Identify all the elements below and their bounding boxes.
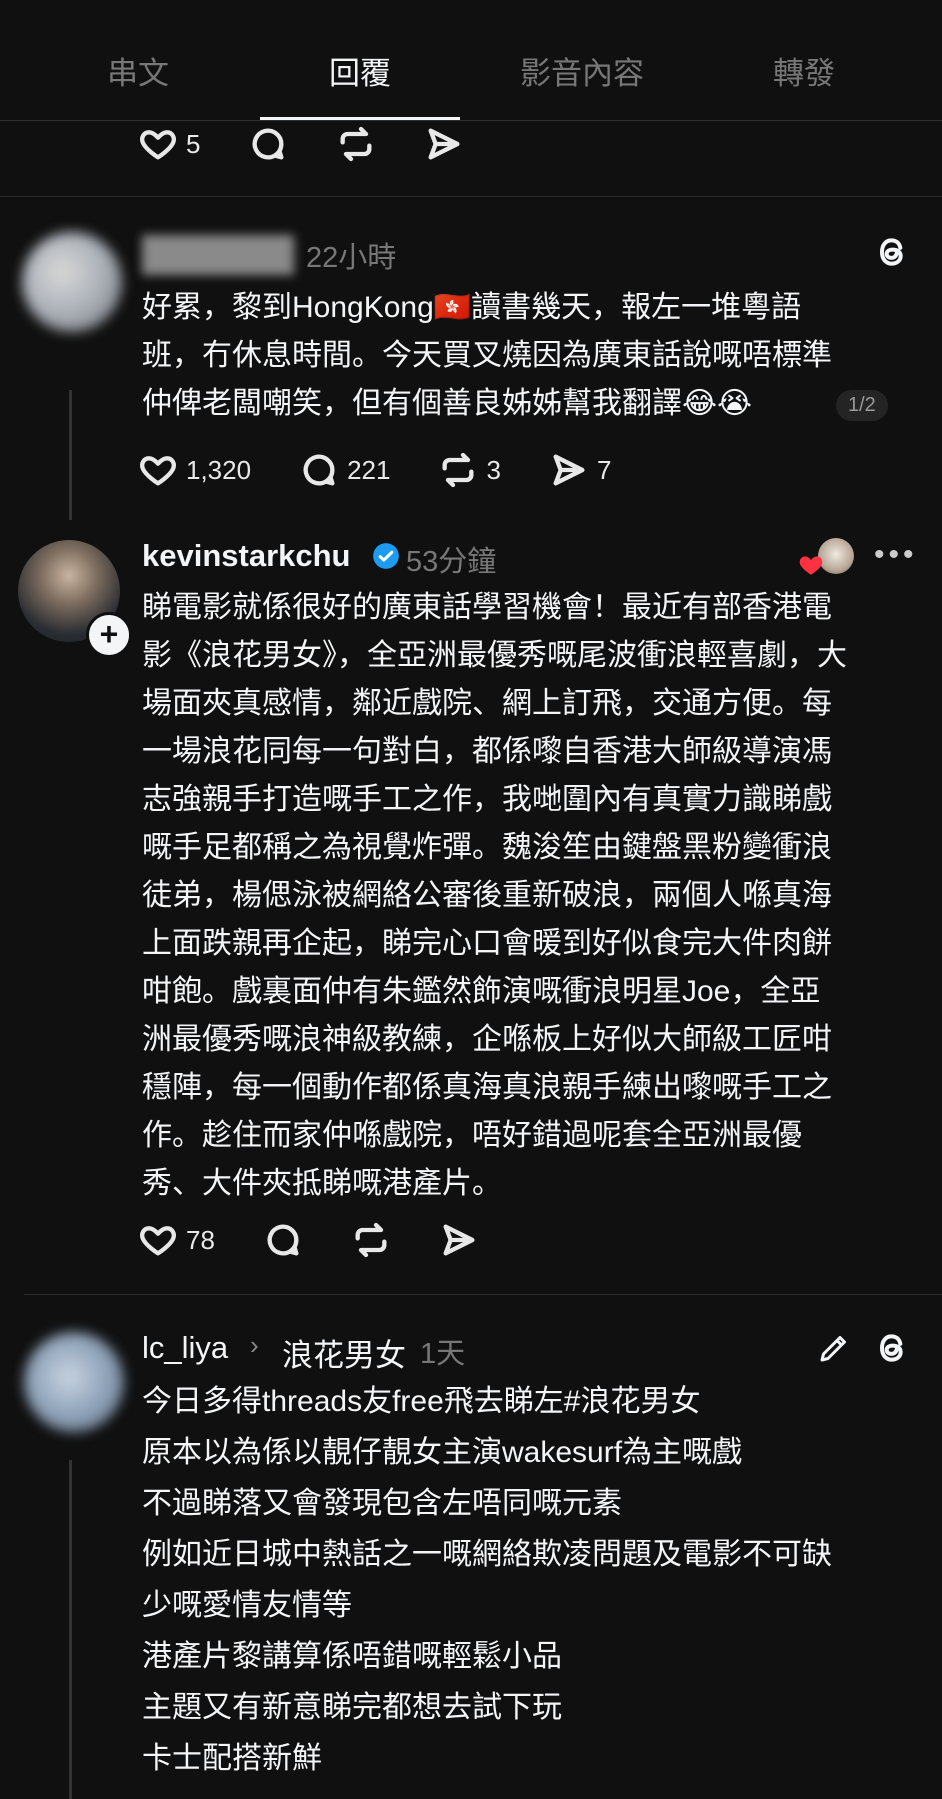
tab-threads[interactable]: 串文: [28, 48, 248, 93]
repost-icon: [355, 1222, 387, 1258]
image-pager: 1/2: [836, 390, 888, 421]
comment-icon: [252, 128, 284, 160]
divider: [0, 196, 942, 197]
chevron-right-icon: ›: [250, 1330, 259, 1360]
reply-button[interactable]: 221: [299, 450, 390, 490]
repost-button[interactable]: [351, 1220, 391, 1260]
post-text: 好累，黎到HongKong🇭🇰讀書幾天，報左一堆粵語 班，冇休息時間。今天買叉燒…: [142, 291, 832, 420]
like-button[interactable]: 78: [138, 1220, 215, 1260]
repost-icon: [442, 452, 474, 488]
like-count: 1,320: [186, 454, 252, 485]
send-icon: [443, 1224, 475, 1256]
threads-logo-icon[interactable]: [872, 1328, 912, 1368]
like-count: 5: [186, 128, 201, 159]
comment-icon: [267, 1224, 299, 1256]
action-bar: 78: [138, 1218, 527, 1262]
follow-plus-button[interactable]: +: [86, 612, 132, 658]
edit-pencil-icon[interactable]: [816, 1330, 852, 1366]
like-button[interactable]: 1,320: [138, 450, 251, 490]
post-text: 睇電影就係很好的廣東話學習機會！最近有部香港電 影《浪花男女》，全亞洲最優秀嘅尾…: [142, 591, 847, 1200]
avatar[interactable]: [24, 1332, 124, 1432]
verified-badge-icon: [373, 543, 399, 569]
repost-count: 3: [486, 454, 501, 485]
tab-media[interactable]: 影音內容: [472, 48, 692, 93]
repost-button[interactable]: [336, 124, 376, 164]
username[interactable]: kevinstarkchu: [142, 538, 351, 574]
profile-tabs: 串文 回覆 影音內容 轉發: [0, 0, 942, 121]
repost-icon: [340, 126, 372, 162]
share-count: 7: [596, 454, 612, 485]
reply-count: 221: [347, 454, 391, 485]
post-time: 53分鐘: [406, 546, 497, 578]
thread-line: [69, 390, 72, 520]
more-options-icon[interactable]: •••: [874, 538, 918, 572]
tab-replies[interactable]: 回覆: [250, 48, 470, 93]
share-button[interactable]: [424, 124, 464, 164]
thread-line: [69, 1460, 72, 1799]
username[interactable]: lc_liya: [142, 1330, 228, 1366]
threads-logo-icon[interactable]: [872, 232, 912, 272]
action-bar: 5: [138, 122, 512, 166]
post-text: 今日多得threads友free飛去睇左#浪花男女 原本以為係以靚仔靚女主演wa…: [142, 1385, 832, 1775]
action-bar: 1,320 221 3 7: [138, 448, 659, 492]
send-icon: [553, 454, 585, 486]
heart-icon: [140, 130, 176, 160]
post-time: 22小時: [306, 242, 397, 274]
share-button[interactable]: 7: [549, 450, 611, 490]
tab-reposts[interactable]: 轉發: [694, 48, 914, 93]
heart-icon: [140, 1226, 176, 1256]
avatar[interactable]: [22, 232, 122, 332]
post-time: 1天: [420, 1338, 466, 1370]
reply-button[interactable]: [263, 1220, 303, 1260]
repost-button[interactable]: 3: [438, 450, 501, 490]
blurred-username[interactable]: [142, 235, 294, 275]
like-button[interactable]: 5: [138, 124, 200, 164]
like-count: 78: [186, 1224, 215, 1255]
send-icon: [428, 128, 460, 160]
heart-filled-icon: [799, 556, 823, 575]
divider: [24, 1294, 942, 1295]
share-button[interactable]: [439, 1220, 479, 1260]
active-tab-indicator: [260, 117, 460, 120]
heart-icon: [140, 456, 176, 486]
topic-tag[interactable]: 浪花男女: [282, 1330, 406, 1375]
comment-icon: [303, 454, 335, 486]
reply-button[interactable]: [248, 124, 288, 164]
